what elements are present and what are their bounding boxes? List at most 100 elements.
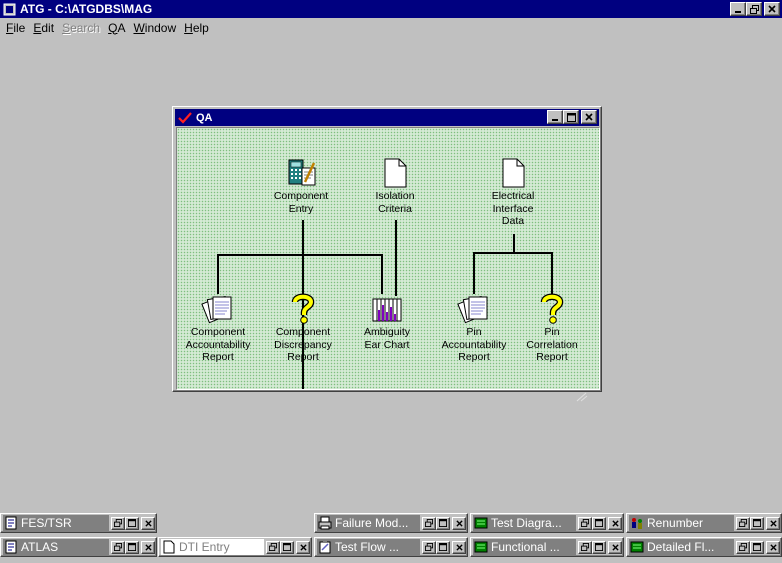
qa-title-bar[interactable]: QA (175, 109, 599, 126)
maximize-button[interactable] (125, 516, 139, 530)
maximize-button[interactable] (750, 540, 764, 554)
restore-button[interactable] (111, 540, 125, 554)
close-icon (299, 543, 307, 551)
question-mark-icon (540, 293, 564, 324)
maximize-button[interactable] (750, 516, 764, 530)
menu-help[interactable]: Help (180, 21, 213, 35)
minimized-title: DTI Entry (179, 540, 230, 554)
minimized-window-fes-tsr[interactable]: FES/TSR (0, 513, 157, 533)
menu-search[interactable]: Search (58, 21, 104, 35)
restore-button[interactable] (111, 516, 125, 530)
app-restore-button[interactable] (746, 2, 762, 16)
restore-button[interactable] (422, 540, 436, 554)
node-pin-accountability-report[interactable]: Pin Accountability Report (434, 292, 514, 364)
maximize-button[interactable] (436, 540, 450, 554)
connector-line (217, 254, 219, 294)
qa-minimize-button[interactable] (547, 110, 563, 124)
checkmark-icon (178, 111, 192, 124)
minimized-window-dti-entry[interactable]: DTI Entry (158, 537, 312, 557)
report-stack-icon (457, 296, 488, 324)
node-pin-correlation-report[interactable]: Pin Correlation Report (512, 292, 592, 364)
restore-button[interactable] (578, 540, 592, 554)
node-electrical-interface-data[interactable]: Electrical Interface Data (473, 158, 553, 228)
question-mark-icon (291, 293, 315, 324)
maximize-icon (566, 112, 576, 122)
close-button[interactable] (608, 540, 622, 554)
clipboard-icon (319, 541, 331, 554)
qa-close-button[interactable] (581, 110, 597, 124)
maximize-icon (595, 519, 603, 527)
close-button[interactable] (141, 540, 155, 554)
restore-icon (425, 543, 433, 551)
close-icon (144, 543, 152, 551)
maximize-button[interactable] (592, 516, 606, 530)
app-icon[interactable] (3, 3, 16, 16)
minimized-title: Failure Mod... (335, 516, 409, 530)
maximize-icon (439, 519, 447, 527)
menu-bar: File Edit Search QA Window Help (0, 18, 782, 37)
close-button[interactable] (452, 540, 466, 554)
maximize-button[interactable] (592, 540, 606, 554)
maximize-button[interactable] (280, 540, 294, 554)
close-button[interactable] (141, 516, 155, 530)
node-isolation-criteria[interactable]: Isolation Criteria (355, 158, 435, 215)
minimized-title-area: Test Flow ... (317, 539, 420, 555)
connector-line (217, 254, 383, 256)
restore-icon (114, 519, 122, 527)
minimized-title-area: Functional ... (473, 539, 576, 555)
close-icon (585, 113, 593, 121)
node-component-discrepancy-report[interactable]: Component Discrepancy Report (263, 292, 343, 364)
menu-file[interactable]: File (2, 21, 29, 35)
close-button[interactable] (608, 516, 622, 530)
maximize-button[interactable] (125, 540, 139, 554)
node-component-accountability-report[interactable]: Component Accountability Report (178, 292, 258, 364)
minimized-window-failure-mod[interactable]: Failure Mod... (314, 513, 468, 533)
qa-maximize-button[interactable] (563, 110, 579, 124)
document-icon (502, 158, 525, 188)
restore-button[interactable] (736, 516, 750, 530)
bar-chart-icon (372, 298, 402, 322)
minimized-window-test-diagram[interactable]: Test Diagra... (470, 513, 624, 533)
connector-line (381, 254, 383, 294)
minimized-window-detailed-flow[interactable]: Detailed Fl... (626, 537, 782, 557)
minimized-title-area: Renumber (629, 515, 734, 531)
close-button[interactable] (296, 540, 310, 554)
node-component-entry[interactable]: Component Entry (261, 158, 341, 215)
minimized-title-area: Test Diagra... (473, 515, 576, 531)
close-button[interactable] (766, 540, 780, 554)
close-icon (611, 519, 619, 527)
qa-flow-canvas: Component Entry Isolation Criteria Elect… (176, 127, 600, 390)
minimized-window-functional[interactable]: Functional ... (470, 537, 624, 557)
menu-qa[interactable]: QA (104, 21, 129, 35)
restore-button[interactable] (578, 516, 592, 530)
resize-grip-icon (576, 392, 588, 402)
page-icon (163, 540, 175, 554)
maximize-icon (283, 543, 291, 551)
close-icon (768, 5, 776, 13)
minimized-window-test-flow[interactable]: Test Flow ... (314, 537, 468, 557)
people-icon (632, 518, 642, 529)
minimized-title: FES/TSR (21, 516, 72, 530)
menu-edit[interactable]: Edit (29, 21, 58, 35)
restore-icon (425, 519, 433, 527)
minimized-window-atlas[interactable]: ATLAS (0, 537, 157, 557)
restore-button[interactable] (422, 516, 436, 530)
close-button[interactable] (452, 516, 466, 530)
qa-window[interactable]: QA Component Entry Isolation Criteria El… (172, 106, 602, 392)
app-title-bar[interactable]: ATG - C:\ATGDBS\MAG (0, 0, 782, 18)
app-close-button[interactable] (764, 2, 780, 16)
app-minimize-button[interactable] (730, 2, 746, 16)
close-button[interactable] (766, 516, 780, 530)
minimized-window-renumber[interactable]: Renumber (626, 513, 782, 533)
menu-window[interactable]: Window (129, 21, 180, 35)
restore-button[interactable] (266, 540, 280, 554)
maximize-button[interactable] (436, 516, 450, 530)
maximize-icon (595, 543, 603, 551)
maximize-icon (128, 519, 136, 527)
maximize-icon (128, 543, 136, 551)
close-icon (455, 543, 463, 551)
restore-button[interactable] (736, 540, 750, 554)
minimize-icon (552, 119, 558, 121)
node-ambiguity-ear-chart[interactable]: Ambiguity Ear Chart (347, 292, 427, 351)
qa-title: QA (196, 111, 213, 124)
